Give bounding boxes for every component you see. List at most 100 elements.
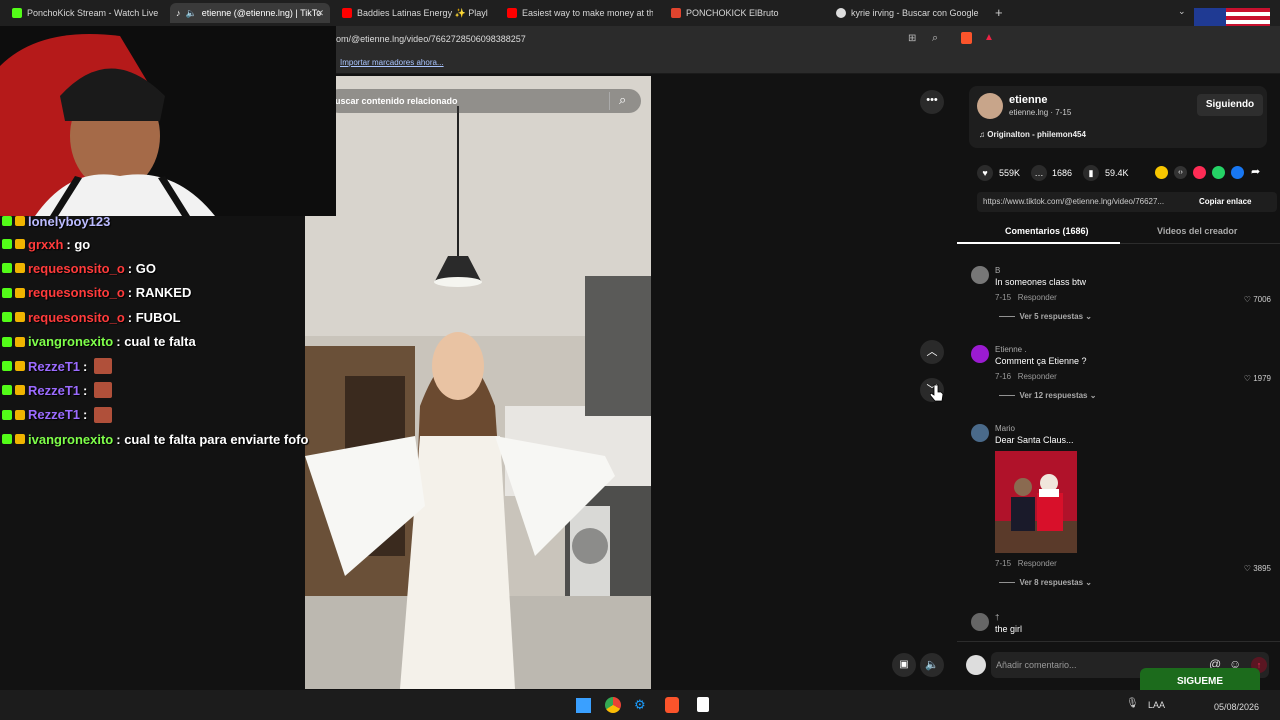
chat-message: lonelyboy123 (2, 211, 113, 231)
commenter-avatar[interactable] (971, 345, 989, 363)
brave-taskbar-icon[interactable] (665, 697, 679, 713)
subscriber-badge-icon (15, 263, 25, 274)
chat-username[interactable]: requesonsito_o (28, 261, 125, 276)
brave-rewards-icon[interactable]: ▲ (984, 32, 994, 43)
chrome-icon[interactable] (605, 697, 621, 713)
reply-button[interactable]: Responder (1018, 372, 1057, 381)
embed-icon[interactable]: ‹› (1174, 166, 1187, 179)
commenter-avatar[interactable] (971, 613, 989, 631)
brave-shield-icon[interactable] (961, 32, 972, 44)
facebook-icon[interactable] (1231, 166, 1244, 179)
tab-list-chevron-icon[interactable]: ⌄ (1178, 6, 1186, 17)
commenter-name[interactable]: † (995, 613, 1271, 622)
commenter-name[interactable]: Mario (995, 424, 1271, 433)
chat-username[interactable]: RezzeT1 (28, 383, 80, 398)
share-arrow-icon[interactable]: ➦ (1251, 165, 1260, 178)
import-bookmarks-link[interactable]: Importar marcadores ahora... (340, 58, 444, 67)
comment-count: 1686 (1052, 168, 1073, 178)
creator-name[interactable]: etienne (1009, 94, 1048, 106)
taskbar-date[interactable]: 05/08/2026 (1214, 702, 1259, 712)
chat-username[interactable]: ivangronexito (28, 334, 113, 349)
previous-video-button[interactable]: ︿ (920, 340, 944, 364)
chat-username[interactable]: requesonsito_o (28, 285, 125, 300)
commenter-avatar[interactable] (971, 266, 989, 284)
comment-like[interactable]: ♡ 3895 (1244, 564, 1271, 573)
comment-icon[interactable]: … (1031, 165, 1047, 181)
windows-start-icon[interactable] (576, 698, 591, 713)
view-replies-button[interactable]: —— Ver 5 respuestas ⌄ (999, 312, 1271, 321)
bookmark-icon[interactable]: ▮ (1083, 165, 1099, 181)
commenter-name[interactable]: B (995, 266, 1271, 275)
volume-icon[interactable]: 🔈 (920, 653, 944, 677)
chat-username[interactable]: lonelyboy123 (28, 214, 110, 229)
follow-me-text: SIGUEME (1176, 676, 1224, 687)
creator-avatar[interactable] (977, 93, 1003, 119)
zoom-icon[interactable]: ⌕ (932, 32, 938, 45)
chat-text: : RANKED (127, 285, 192, 301)
tab-youtube-playlist[interactable]: Baddies Latinas Energy ✨ Playlist ( (338, 3, 488, 23)
following-button[interactable]: Siguiendo (1197, 94, 1263, 116)
heart-outline-icon: ♡ (1243, 295, 1254, 304)
more-options-icon[interactable]: ••• (920, 90, 944, 114)
kick-badge-icon (2, 287, 12, 298)
keyboard-language[interactable]: LAA (1148, 700, 1165, 710)
repost-icon[interactable] (1193, 166, 1206, 179)
reply-button[interactable]: Responder (1018, 559, 1057, 568)
view-replies-button[interactable]: —— Ver 12 respuestas ⌄ (999, 391, 1271, 400)
view-replies-button[interactable]: —— Ver 8 respuestas ⌄ (999, 578, 1271, 587)
subscriber-badge-icon (15, 434, 25, 445)
tab-comments[interactable]: Comentarios (1686) (1005, 226, 1089, 236)
comment-image[interactable] (995, 451, 1077, 553)
kick-badge-icon (2, 385, 12, 396)
like-icon[interactable]: ♥ (977, 165, 993, 181)
comment-text: Comment ça Etienne ? (995, 356, 1087, 366)
tab-youtube-video[interactable]: Easiest way to make money at the ca (503, 3, 653, 23)
chat-emote (94, 406, 113, 423)
microphone-icon[interactable]: 🎙 (1126, 698, 1139, 709)
share-link-text[interactable]: https://www.tiktok.com/@etienne.lng/vide… (983, 197, 1164, 206)
comment-text: In someones class btw (995, 277, 1087, 287)
tab-creator-videos[interactable]: Videos del creador (1157, 226, 1237, 236)
youtube-icon (507, 8, 517, 18)
subscriber-badge-icon (15, 361, 25, 371)
kick-badge-icon (2, 312, 12, 323)
commenter-name[interactable]: Etienne . (995, 345, 1271, 354)
floating-player-icon[interactable]: ▣ (892, 653, 916, 677)
chat-username[interactable]: RezzeT1 (28, 359, 80, 374)
comment-text: the girl (995, 624, 1023, 634)
elbruto-icon (671, 8, 681, 18)
browser-tab-bar: PonchoKick Stream - Watch Live on ♪ 🔈 et… (0, 0, 1280, 60)
chat-text: : (83, 358, 88, 374)
whatsapp-icon[interactable] (1212, 166, 1225, 179)
new-tab-button[interactable]: + (995, 5, 1003, 20)
video-player[interactable]: uscar contenido relacionado ⌕ (305, 76, 651, 689)
comment-like[interactable]: ♡ 1979 (1244, 374, 1271, 383)
tab-tiktok[interactable]: ♪ 🔈 etienne (@etienne.lng) | TikTo ✕ (170, 3, 330, 23)
notepad-icon[interactable] (697, 697, 709, 712)
tab-google[interactable]: kyrie irving - Buscar con Google (832, 3, 982, 23)
commenter-avatar[interactable] (971, 424, 989, 442)
copy-link-button[interactable]: Copiar enlace (1199, 197, 1251, 206)
translate-icon[interactable]: ⊞ (908, 33, 916, 44)
steam-icon[interactable]: ⚙ (634, 697, 646, 713)
chat-message: ivangronexito: cual te falta para enviar… (2, 429, 308, 449)
reply-button[interactable]: Responder (1018, 293, 1057, 302)
search-divider (609, 92, 610, 110)
save-count: 59.4K (1105, 168, 1129, 178)
search-icon[interactable]: ⌕ (619, 92, 626, 108)
related-search-bar[interactable]: uscar contenido relacionado ⌕ (327, 89, 641, 113)
url-field[interactable]: om/@etienne.lng/video/766272850609838825… (336, 31, 1026, 48)
chat-username[interactable]: RezzeT1 (28, 407, 80, 422)
close-tab-icon[interactable]: ✕ (316, 8, 324, 19)
chat-username[interactable]: ivangronexito (28, 432, 113, 447)
comment-like-count: 7006 (1253, 295, 1271, 304)
comment-like[interactable]: ♡ 7006 (1244, 295, 1271, 304)
chat-username[interactable]: grxxh (28, 237, 63, 252)
chat-username[interactable]: requesonsito_o (28, 310, 125, 325)
my-avatar (966, 655, 986, 675)
sound-row[interactable]: ♫ Originalton - philemon454 (979, 130, 1086, 139)
tab-label: PonchoKick Stream - Watch Live on (27, 8, 158, 18)
tab-kick[interactable]: PonchoKick Stream - Watch Live on (8, 3, 158, 23)
coin-icon[interactable] (1155, 166, 1168, 179)
tab-elbruto[interactable]: PONCHOKICK ElBruto (667, 3, 817, 23)
